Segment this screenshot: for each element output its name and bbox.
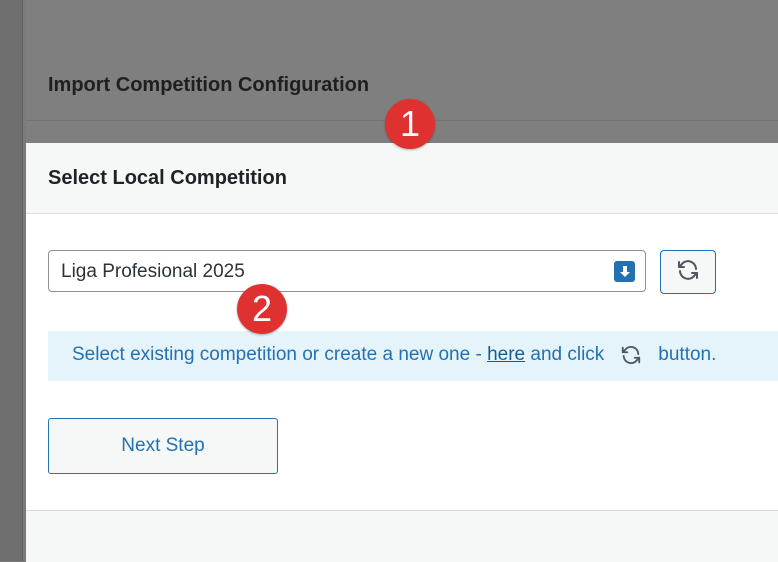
competition-select[interactable]: Liga Profesional 2025: [48, 250, 646, 292]
refresh-button[interactable]: [660, 250, 716, 294]
modal-title: Select Local Competition: [48, 167, 287, 189]
step-badge-1: 1: [385, 99, 435, 149]
chevron-down-icon: [614, 261, 635, 282]
notice-text-middle: and click: [530, 344, 605, 365]
competition-select-value: Liga Profesional 2025: [61, 261, 245, 282]
refresh-icon: [676, 258, 700, 287]
notice-text: Select existing competition or create a …: [72, 344, 716, 366]
refresh-icon: [620, 344, 642, 366]
modal-footer: [26, 510, 778, 562]
step-badge-2: 2: [237, 284, 287, 334]
background-page-title: Import Competition Configuration: [48, 74, 370, 96]
info-notice: Select existing competition or create a …: [48, 331, 778, 381]
create-competition-link[interactable]: here: [487, 344, 525, 366]
modal-header: Select Local Competition: [26, 143, 778, 214]
select-competition-modal: Select Local Competition Liga Profesiona…: [26, 143, 778, 562]
next-step-button[interactable]: Next Step: [48, 418, 278, 474]
admin-sidebar-edge: [0, 0, 23, 561]
notice-text-after: button.: [658, 344, 717, 365]
notice-text-before: Select existing competition or create a …: [72, 344, 482, 365]
